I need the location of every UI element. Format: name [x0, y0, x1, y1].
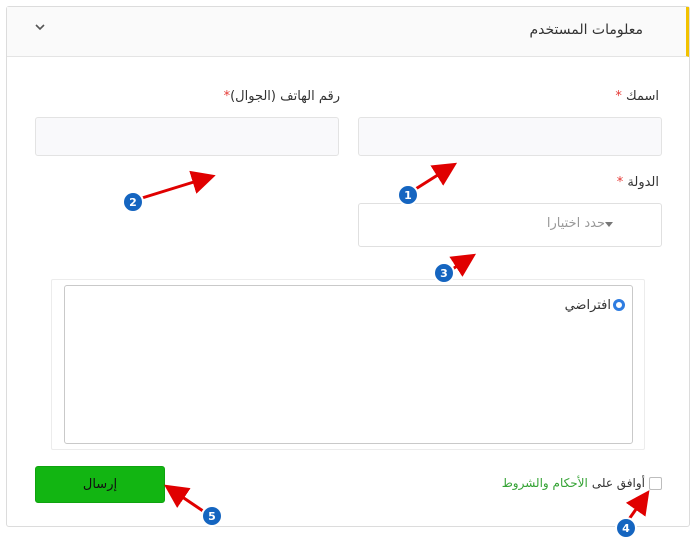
default-radio[interactable]: [613, 299, 625, 311]
required-mark: *: [616, 175, 624, 190]
phone-label: رقم الهاتف (الجوال)*: [223, 89, 340, 104]
submit-button[interactable]: إرسال: [35, 466, 165, 503]
required-mark: *: [615, 89, 622, 104]
country-select[interactable]: حدد اختيارا: [358, 203, 662, 247]
section-header[interactable]: معلومات المستخدم: [7, 7, 689, 57]
terms-checkbox[interactable]: [649, 476, 662, 490]
chevron-down-icon[interactable]: [33, 20, 47, 34]
default-address-option[interactable]: افتراضي: [565, 296, 625, 314]
terms-link[interactable]: الأحكام والشروط: [502, 476, 588, 490]
name-label: اسمك *: [615, 89, 659, 104]
country-select-value: حدد اختيارا: [546, 216, 605, 231]
default-radio-label: افتراضي: [564, 297, 611, 313]
caret-down-icon: [605, 222, 613, 227]
name-input[interactable]: [358, 117, 662, 156]
phone-input[interactable]: [35, 117, 339, 156]
country-label: الدولة *: [616, 175, 659, 190]
terms-prefix: أوافق على: [591, 476, 645, 490]
page: معلومات المستخدم اسمك * رقم الهاتف (الجو…: [0, 0, 699, 548]
terms-row: أوافق على الأحكام والشروط: [502, 476, 662, 490]
section-title: معلومات المستخدم: [529, 22, 643, 38]
address-textarea[interactable]: [64, 285, 633, 444]
